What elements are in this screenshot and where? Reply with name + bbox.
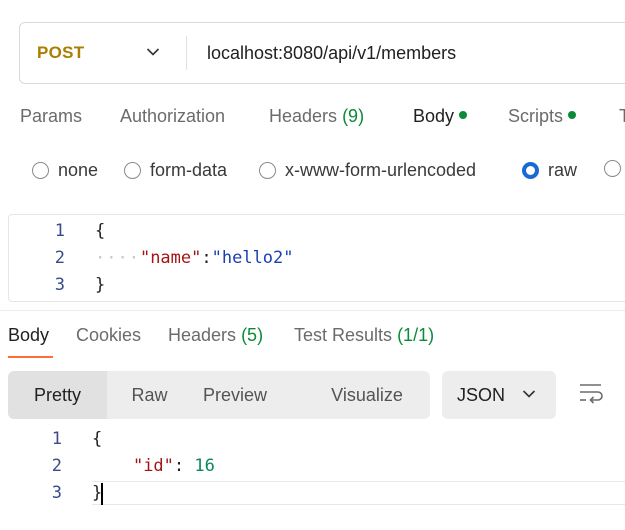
radio-selected-icon bbox=[522, 162, 539, 179]
tab-label: T bbox=[619, 106, 625, 126]
line-number: 2 bbox=[54, 248, 65, 268]
active-tab-underline bbox=[8, 356, 53, 358]
response-tab-cookies[interactable]: Cookies bbox=[76, 325, 141, 346]
tab-body[interactable]: Body bbox=[413, 106, 468, 127]
format-label: JSON bbox=[457, 384, 506, 405]
tab-tests[interactable]: T bbox=[619, 106, 625, 127]
tab-scripts[interactable]: Scripts bbox=[508, 106, 577, 127]
response-tab-headers[interactable]: Headers (5) bbox=[168, 325, 263, 346]
radio-circle-icon bbox=[124, 162, 141, 179]
code-line: "id": 16 bbox=[92, 456, 215, 476]
json-colon: : bbox=[201, 248, 212, 268]
close-brace: } bbox=[95, 275, 106, 295]
divider bbox=[0, 310, 625, 311]
radio-circle-icon bbox=[32, 162, 49, 179]
radio-label: raw bbox=[548, 160, 578, 180]
chevron-down-icon bbox=[146, 48, 160, 56]
json-key: "id" bbox=[132, 456, 174, 476]
view-preview-button[interactable]: Preview bbox=[192, 371, 278, 419]
line-number: 1 bbox=[51, 429, 62, 449]
tab-authorization[interactable]: Authorization bbox=[120, 106, 225, 127]
open-brace: { bbox=[92, 429, 103, 449]
code-line: ····"name":"hello2" bbox=[95, 248, 294, 268]
view-pretty-button[interactable]: Pretty bbox=[8, 371, 107, 419]
radio-circle-icon bbox=[259, 162, 276, 179]
tab-headers[interactable]: Headers (9) bbox=[269, 106, 364, 127]
view-mode-toggle: Pretty Raw Preview Visualize bbox=[8, 371, 430, 419]
view-raw-button[interactable]: Raw bbox=[107, 371, 192, 419]
tab-label: Body bbox=[413, 106, 455, 126]
tab-label: Scripts bbox=[508, 106, 564, 126]
body-type-radios: none form-data x-www-form-urlencoded raw bbox=[0, 160, 625, 188]
json-key: "name" bbox=[139, 248, 202, 268]
radio-none[interactable]: none bbox=[32, 160, 98, 181]
chevron-down-icon bbox=[522, 390, 536, 398]
radio-label: x-www-form-urlencoded bbox=[285, 160, 477, 180]
tab-count: (5) bbox=[241, 325, 264, 345]
line-number: 1 bbox=[54, 221, 65, 241]
modified-dot-icon bbox=[568, 111, 577, 120]
tab-label: Body bbox=[8, 325, 50, 345]
code-line: { bbox=[92, 429, 102, 449]
tab-params[interactable]: Params bbox=[20, 106, 82, 127]
modified-dot-icon bbox=[459, 111, 468, 120]
request-body-editor[interactable]: 1 2 3 { ····"name":"hello2" } bbox=[8, 214, 625, 302]
view-visualize-button[interactable]: Visualize bbox=[314, 371, 420, 419]
line-number: 3 bbox=[51, 483, 62, 503]
radio-raw[interactable]: raw bbox=[522, 160, 577, 181]
line-number: 2 bbox=[51, 456, 62, 476]
tab-label: Params bbox=[20, 106, 83, 126]
request-tabs: Params Authorization Headers (9) Body Sc… bbox=[0, 106, 625, 136]
wrap-lines-icon[interactable] bbox=[578, 382, 604, 406]
radio-binary[interactable] bbox=[604, 160, 625, 177]
url-input[interactable]: localhost:8080/api/v1/members bbox=[187, 43, 456, 64]
text-cursor bbox=[101, 483, 103, 505]
tab-label: Headers bbox=[269, 106, 338, 126]
code-line: } bbox=[95, 275, 105, 295]
radio-circle-icon bbox=[604, 160, 621, 177]
tab-count: (9) bbox=[342, 106, 365, 126]
response-tab-test-results[interactable]: Test Results (1/1) bbox=[294, 325, 434, 346]
tab-label: Headers bbox=[168, 325, 237, 345]
radio-x-www-form-urlencoded[interactable]: x-www-form-urlencoded bbox=[259, 160, 476, 181]
tab-label: Test Results bbox=[294, 325, 393, 345]
radio-form-data[interactable]: form-data bbox=[124, 160, 227, 181]
response-tab-body[interactable]: Body bbox=[8, 325, 49, 346]
request-bar: POST localhost:8080/api/v1/members bbox=[19, 22, 625, 84]
tab-count: (1/1) bbox=[397, 325, 435, 345]
tab-label: Cookies bbox=[76, 325, 142, 345]
line-number: 3 bbox=[54, 275, 65, 295]
method-label: POST bbox=[37, 43, 85, 62]
json-colon: : bbox=[173, 456, 195, 476]
radio-label: form-data bbox=[150, 160, 228, 180]
whitespace-dots: ···· bbox=[95, 248, 140, 268]
format-select[interactable]: JSON bbox=[442, 371, 556, 419]
code-line: { bbox=[95, 221, 105, 241]
method-select[interactable]: POST bbox=[20, 23, 186, 83]
open-brace: { bbox=[95, 221, 106, 241]
json-value: 16 bbox=[194, 456, 215, 476]
tab-label: Authorization bbox=[120, 106, 226, 126]
json-value: "hello2" bbox=[211, 248, 294, 268]
active-line-highlight bbox=[92, 481, 625, 505]
radio-label: none bbox=[58, 160, 99, 180]
